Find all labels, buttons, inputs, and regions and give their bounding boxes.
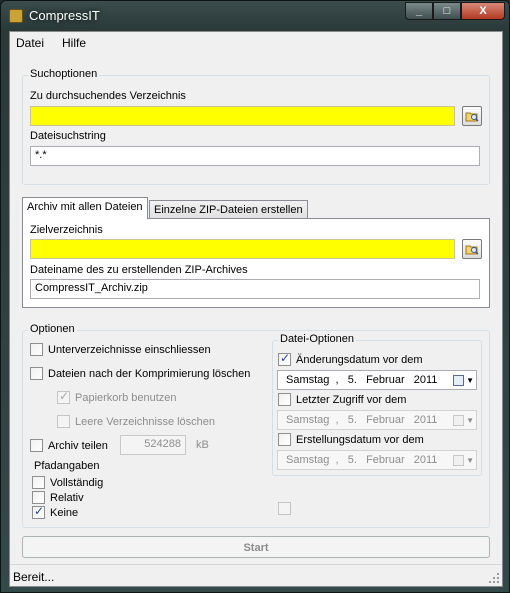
archive-name-input[interactable]: CompressIT_Archiv.zip <box>30 279 480 299</box>
maximize-button[interactable]: □ <box>433 2 461 20</box>
use-recycle-bin-checkbox[interactable]: ✓ Papierkorb benutzen <box>57 389 177 404</box>
window-title: CompressIT <box>29 8 100 23</box>
created-before-date-picker[interactable]: Samstag , 5. Februar 2011 ▼ <box>277 450 477 470</box>
split-archive-label: Archiv teilen <box>48 439 108 452</box>
delete-empty-directories-checkbox[interactable]: Leere Verzeichnisse löschen <box>57 415 215 428</box>
split-size-unit: kB <box>196 439 209 451</box>
menu-bar: Datei Hilfe <box>10 32 502 54</box>
minimize-button[interactable]: _ <box>405 2 433 20</box>
path-none-label: Keine <box>50 506 79 519</box>
checkbox-box: ✓ <box>32 504 45 519</box>
menu-datei[interactable]: Datei <box>16 36 44 50</box>
modified-before-label: Änderungsdatum vor dem <box>296 353 423 366</box>
created-before-checkbox[interactable]: Erstellungsdatum vor dem <box>278 433 424 446</box>
path-relative-checkbox[interactable]: Relativ <box>32 491 84 504</box>
delete-after-compression-label: Dateien nach der Komprimierung löschen <box>48 367 251 380</box>
last-access-label: Letzter Zugriff vor dem <box>296 393 407 406</box>
checkbox-box <box>278 433 291 446</box>
include-subdirectories-checkbox[interactable]: Unterverzeichnisse einschliessen <box>30 343 211 356</box>
tab-single-zip-files[interactable]: Einzelne ZIP-Dateien erstellen <box>149 200 308 220</box>
checkbox-box: ✓ <box>278 351 291 366</box>
created-before-date: Samstag , 5. Februar 2011 <box>286 454 438 466</box>
delete-after-compression-checkbox[interactable]: Dateien nach der Komprimierung löschen <box>30 367 250 380</box>
checkbox-box <box>30 343 43 356</box>
title-bar[interactable]: CompressIT _ □ X <box>1 1 510 31</box>
application-window: CompressIT _ □ X Datei Hilfe Suchoptione… <box>0 0 510 593</box>
search-directory-input[interactable] <box>30 106 455 126</box>
checkbox-box: ✓ <box>57 389 70 404</box>
app-icon <box>9 9 23 23</box>
browse-search-directory-button[interactable] <box>462 106 482 126</box>
calendar-icon <box>453 374 465 386</box>
client-area: Datei Hilfe Suchoptionen Zu durchsuchend… <box>9 31 503 587</box>
browse-target-directory-button[interactable] <box>462 239 482 259</box>
modified-before-checkbox[interactable]: ✓ Änderungsdatum vor dem <box>278 351 423 366</box>
checkbox-box <box>278 393 291 406</box>
extra-checkbox[interactable] <box>278 502 291 515</box>
calendar-icon <box>453 454 465 466</box>
status-bar: Bereit... <box>10 564 502 586</box>
path-relative-label: Relativ <box>50 491 84 504</box>
tab-archive-all-files[interactable]: Archiv mit allen Dateien <box>22 197 148 219</box>
checkbox-box <box>32 491 45 504</box>
target-directory-label: Zielverzeichnis <box>30 224 103 236</box>
include-subdirectories-label: Unterverzeichnisse einschliessen <box>48 343 211 356</box>
status-text: Bereit... <box>13 570 55 584</box>
menu-hilfe[interactable]: Hilfe <box>62 36 86 50</box>
path-info-label: Pfadangaben <box>34 460 100 472</box>
delete-empty-directories-label: Leere Verzeichnisse löschen <box>75 415 216 428</box>
options-label: Optionen <box>28 323 77 335</box>
start-button[interactable]: Start <box>22 536 490 558</box>
search-string-label: Dateisuchstring <box>30 130 106 142</box>
date-dropdown-button[interactable]: ▼ <box>452 453 474 467</box>
checkbox-box <box>57 415 70 428</box>
folder-browse-icon <box>465 245 479 255</box>
search-options-label: Suchoptionen <box>28 68 100 80</box>
date-dropdown-button[interactable]: ▼ <box>452 413 474 427</box>
checkbox-box <box>30 367 43 380</box>
close-button[interactable]: X <box>461 2 505 20</box>
last-access-checkbox[interactable]: Letzter Zugriff vor dem <box>278 393 406 406</box>
modified-before-date: Samstag , 5. Februar 2011 <box>286 374 438 386</box>
checkmark-icon: ✓ <box>59 389 70 403</box>
split-archive-checkbox[interactable]: Archiv teilen <box>30 439 108 452</box>
file-options-label: Datei-Optionen <box>278 333 356 345</box>
modified-before-date-picker[interactable]: Samstag , 5. Februar 2011 ▼ <box>277 370 477 390</box>
use-recycle-bin-label: Papierkorb benutzen <box>75 391 177 404</box>
resize-grip-icon[interactable] <box>488 572 500 584</box>
last-access-date: Samstag , 5. Februar 2011 <box>286 414 438 426</box>
date-dropdown-button[interactable]: ▼ <box>452 373 474 387</box>
created-before-label: Erstellungsdatum vor dem <box>296 433 424 446</box>
calendar-icon <box>453 414 465 426</box>
target-directory-input[interactable] <box>30 239 455 259</box>
search-string-input[interactable]: *.* <box>30 146 480 166</box>
split-size-input[interactable]: 524288 <box>120 435 186 455</box>
search-directory-label: Zu durchsuchendes Verzeichnis <box>30 90 186 102</box>
folder-browse-icon <box>465 112 479 122</box>
last-access-date-picker[interactable]: Samstag , 5. Februar 2011 ▼ <box>277 410 477 430</box>
path-none-checkbox[interactable]: ✓ Keine <box>32 504 79 519</box>
checkbox-box <box>30 439 43 452</box>
archive-name-label: Dateiname des zu erstellenden ZIP-Archiv… <box>30 264 248 276</box>
path-full-checkbox[interactable]: Vollständig <box>32 476 103 489</box>
path-full-label: Vollständig <box>50 476 104 489</box>
caption-buttons: _ □ X <box>405 2 505 20</box>
checkmark-icon: ✓ <box>280 351 291 365</box>
checkbox-box <box>32 476 45 489</box>
checkmark-icon: ✓ <box>34 504 45 518</box>
